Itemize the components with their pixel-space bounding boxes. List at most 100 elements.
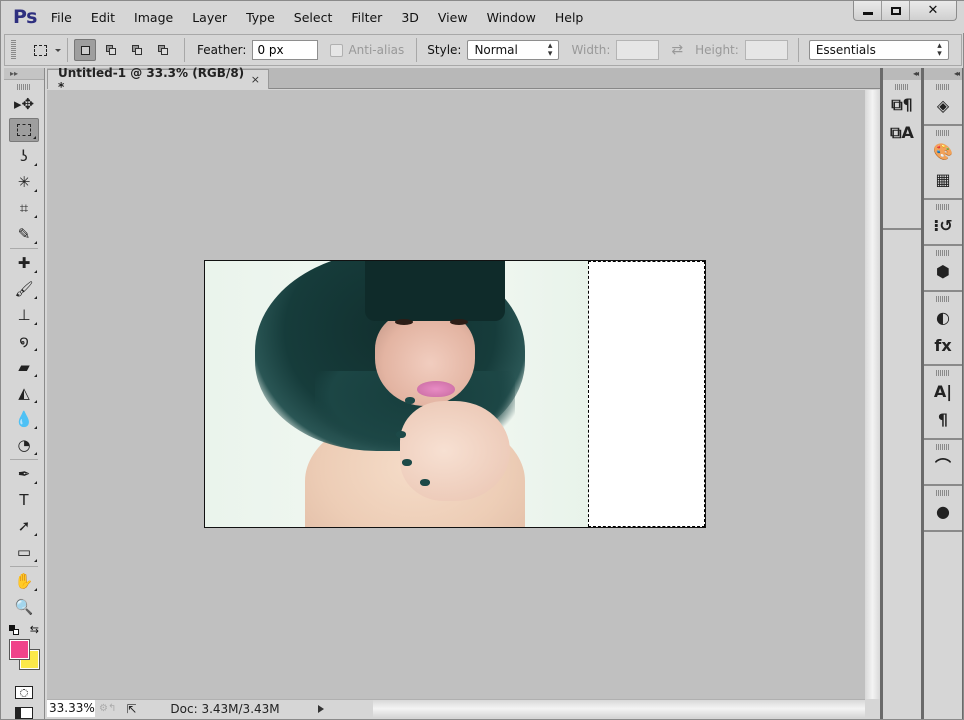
minimize-button[interactable] [854,1,882,20]
status-menu-arrow-icon[interactable] [317,704,324,713]
maximize-button[interactable] [882,1,910,20]
tool-preset-picker[interactable] [34,44,61,56]
width-input[interactable] [616,40,660,60]
3d-icon[interactable]: ⬢ [928,258,958,284]
intersect-with-selection-icon [157,44,169,56]
expand-panel-icon[interactable]: ▸▸ [4,68,44,80]
path-selection-icon: ➚ [17,517,31,535]
subtract-from-selection-button[interactable] [126,39,148,61]
dodge-tool[interactable]: ◔ [9,433,39,457]
spot-healing-tool[interactable]: ✚ [9,251,39,275]
color-palette-icon[interactable]: 🎨 [928,138,958,164]
magic-wand-tool[interactable]: ✳ [9,170,39,194]
options-bar-grip[interactable] [11,40,16,60]
default-colors-icon[interactable] [9,624,19,635]
updown-icon: ▴ ▾ [937,41,942,59]
menu-3d[interactable]: 3D [401,10,419,25]
panel-grip[interactable] [936,250,950,256]
menu-image[interactable]: Image [134,10,173,25]
collapse-panel-icon[interactable]: ◂◂ [924,68,962,80]
paragraph-styles-icon[interactable]: ⧉¶ [887,92,917,118]
paragraph-icon[interactable]: ¶ [928,406,958,432]
brush-tool[interactable]: 🖌 [9,277,39,301]
eyedropper-tool[interactable]: ✎ [9,222,39,246]
menu-help[interactable]: Help [555,10,584,25]
paint-bucket-tool[interactable]: ◭ [9,381,39,405]
menu-view[interactable]: View [438,10,468,25]
document-canvas[interactable] [204,260,706,528]
marquee-selection[interactable] [588,261,705,527]
close-button[interactable]: ✕ [910,1,956,20]
workspace-select[interactable]: Essentials ▴ ▾ [808,40,949,60]
panel-grip[interactable] [936,130,950,136]
character-styles-icon[interactable]: ⧉A [887,120,917,146]
adjustments-icon[interactable]: ◐ [928,304,958,330]
new-selection-button[interactable] [74,39,96,61]
rectangle-tool[interactable]: ▭ [9,540,39,564]
panel-grip[interactable] [936,204,950,210]
history-brush-tool[interactable]: ໑ [9,329,39,353]
clone-stamp-icon: ⊥ [17,306,31,324]
feather-input[interactable] [252,40,319,60]
collapse-panel-icon[interactable]: ◂◂ [883,68,921,80]
channels-icon[interactable]: ● [928,498,958,524]
window-controls: ✕ [853,1,957,21]
clone-stamp-tool[interactable]: ⊥ [9,303,39,327]
character-icon[interactable]: A| [928,378,958,404]
foreground-color-swatch[interactable] [9,639,30,660]
layers-icon[interactable]: ◈ [928,92,958,118]
crop-tool[interactable]: ⌗ [9,196,39,220]
quick-mask-button[interactable] [15,686,33,699]
menu-file[interactable]: File [51,10,72,25]
crop-icon: ⌗ [19,199,29,217]
height-input[interactable] [744,40,788,60]
hand-tool[interactable]: ✋ [9,569,39,593]
path-selection-tool[interactable]: ➚ [9,514,39,538]
canvas-area[interactable] [47,90,865,699]
eraser-icon: ▰ [18,358,30,376]
tool-flyout-indicator [34,452,37,455]
style-select[interactable]: Normal ▴ ▾ [467,40,560,60]
divider [67,38,68,62]
screen-mode-button[interactable] [15,707,33,719]
type-tool[interactable]: T [9,488,39,512]
history-icon[interactable]: ⁝↺ [928,212,958,238]
horizontal-scrollbar[interactable] [373,700,865,717]
panel-grip[interactable] [895,84,909,90]
lasso-tool[interactable]: ʖ [9,144,39,168]
move-tool[interactable]: ▸✥ [9,92,39,116]
swap-colors-icon[interactable]: ⇆ [30,623,39,636]
panel-grip[interactable] [936,490,950,496]
paths-icon[interactable]: ⌒ [928,452,958,478]
panel-grip[interactable] [17,84,31,90]
panel-grip[interactable] [936,84,950,90]
menu-window[interactable]: Window [487,10,536,25]
swatches-icon[interactable]: ▦ [928,166,958,192]
vertical-scrollbar[interactable] [865,90,880,699]
panel-grip[interactable] [936,296,950,302]
menu-bar: Ps File Edit Image Layer Type Select Fil… [1,1,964,33]
menu-filter[interactable]: Filter [351,10,382,25]
rectangular-marquee-tool[interactable] [9,118,39,142]
blur-tool[interactable]: 💧 [9,407,39,431]
menu-edit[interactable]: Edit [91,10,115,25]
style-value: Normal [474,43,518,57]
menu-layer[interactable]: Layer [192,10,227,25]
menu-type[interactable]: Type [246,10,275,25]
panel-grip[interactable] [936,370,950,376]
document-tab[interactable]: Untitled-1 @ 33.3% (RGB/8) * × [47,66,269,94]
menu-select[interactable]: Select [294,10,333,25]
zoom-level-field[interactable]: 33.33% [47,700,95,717]
styles-fx-icon[interactable]: fx [928,332,958,358]
panel-grip[interactable] [936,444,950,450]
intersect-with-selection-button[interactable] [152,39,174,61]
zoom-tool[interactable]: 🔍 [9,595,39,619]
swap-icon[interactable]: ⇄ [671,42,683,58]
eraser-tool[interactable]: ▰ [9,355,39,379]
tool-flyout-indicator [34,374,37,377]
share-icon[interactable]: ⇱ [126,702,136,716]
add-to-selection-button[interactable] [100,39,122,61]
close-tab-icon[interactable]: × [251,73,260,86]
rectangle-icon: ▭ [16,543,32,561]
pen-tool[interactable]: ✒ [9,462,39,486]
